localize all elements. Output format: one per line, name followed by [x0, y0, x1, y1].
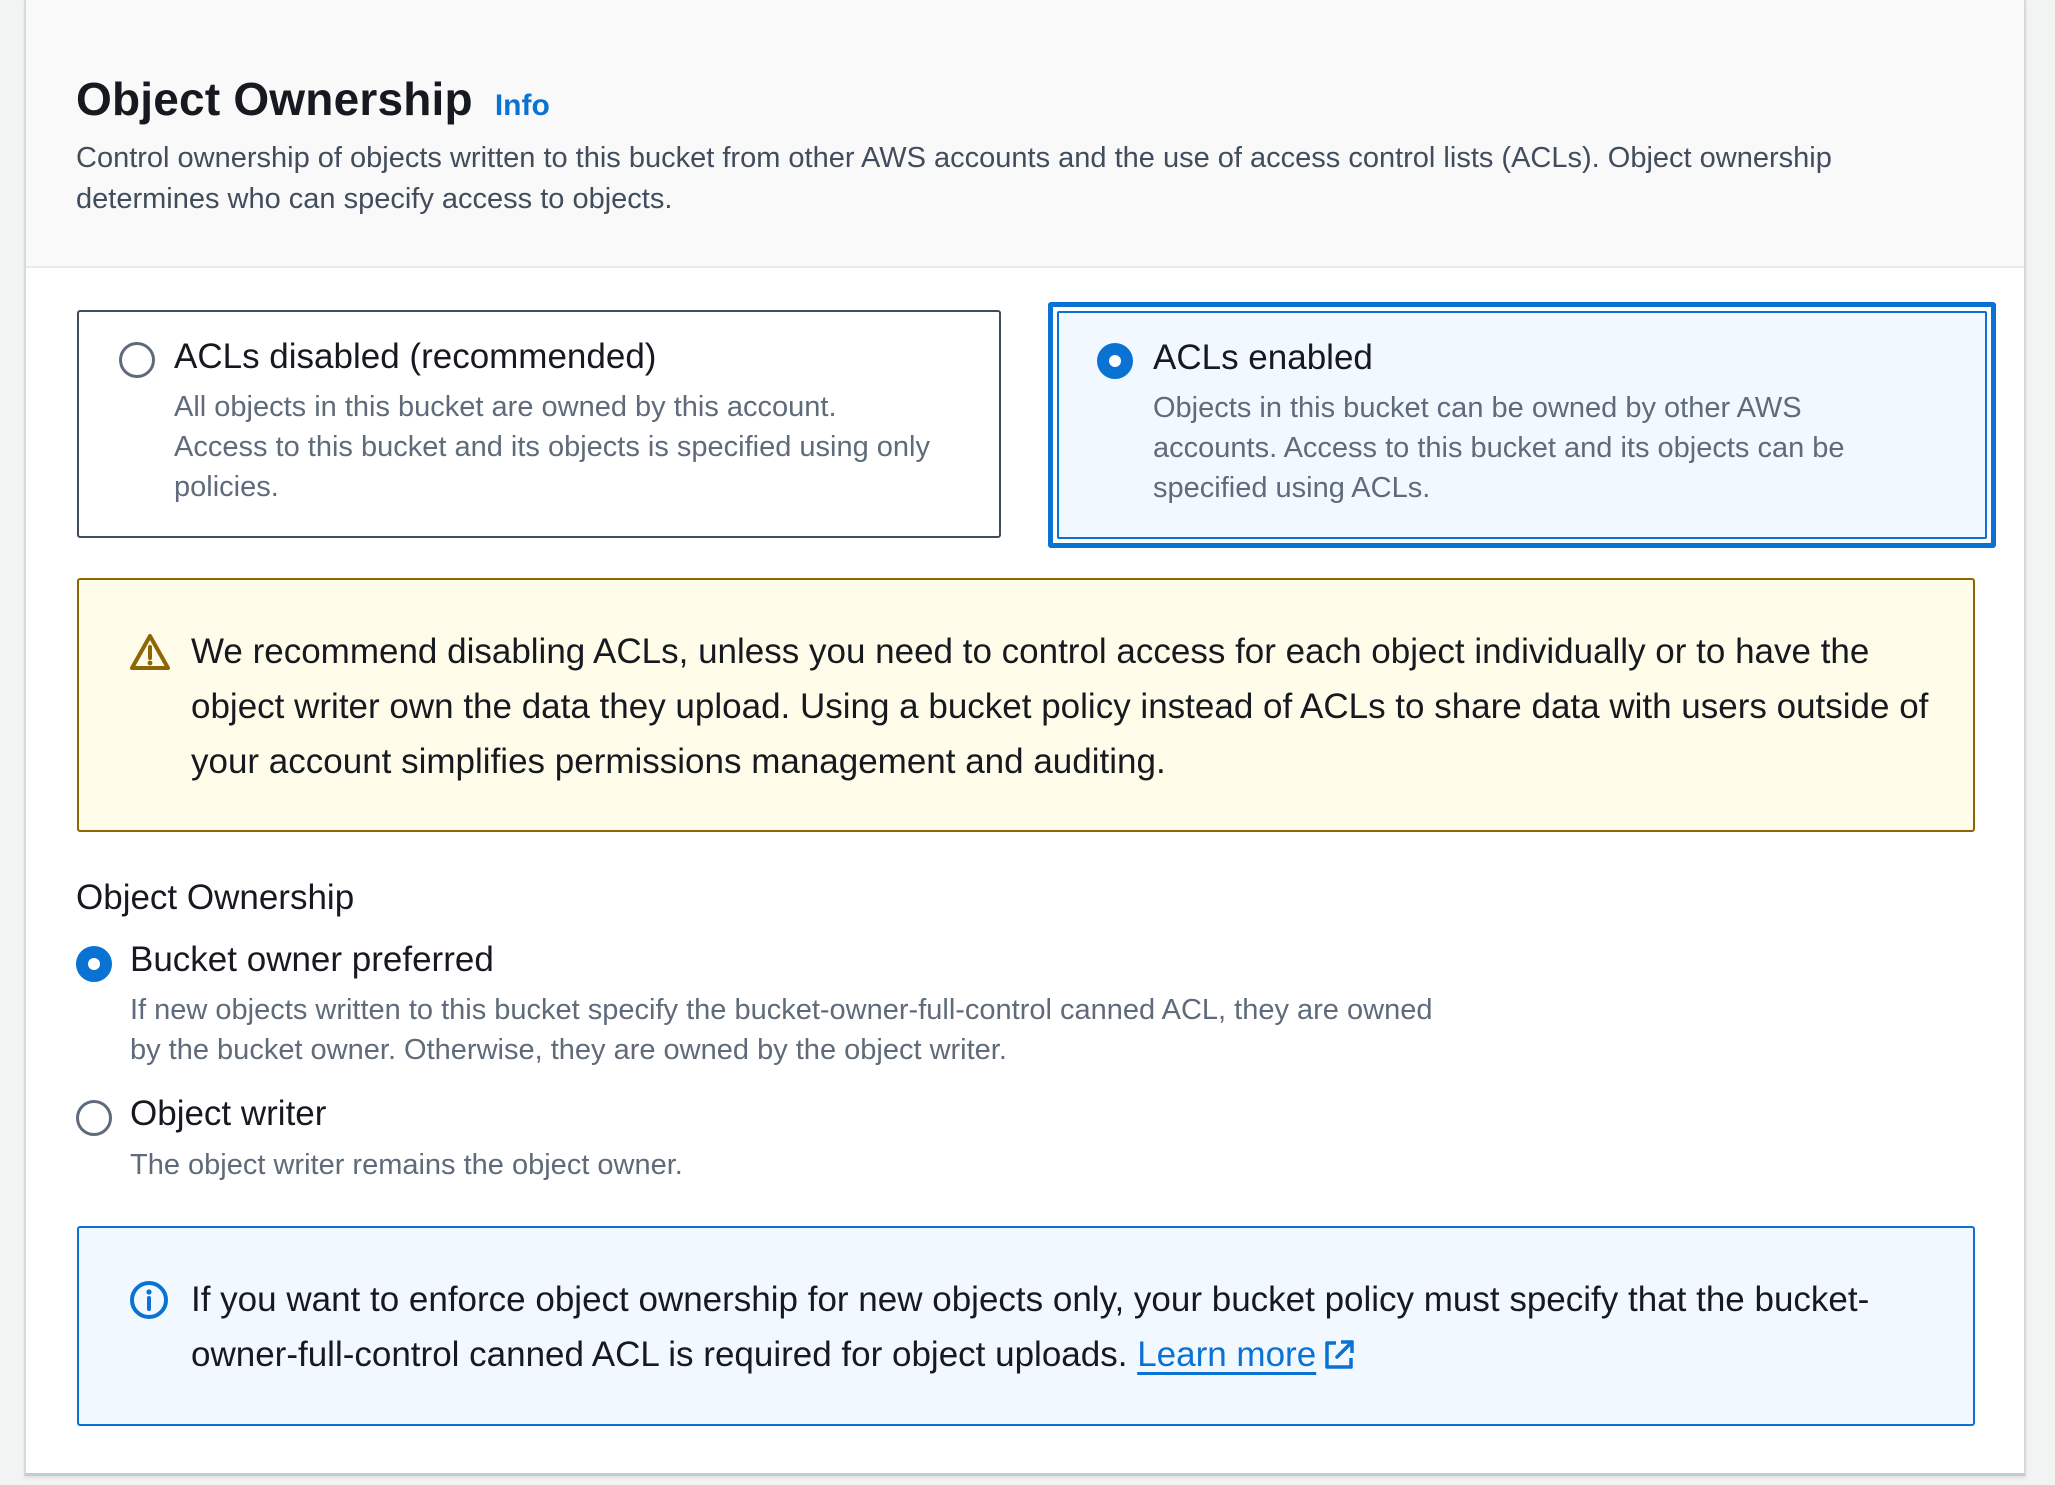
info-note-text: If you want to enforce object ownership … [191, 1272, 1951, 1382]
learn-more-label[interactable]: Learn more [1137, 1335, 1316, 1374]
bucket-owner-preferred-description: If new objects written to this bucket sp… [130, 994, 1433, 1066]
warning-triangle-icon [130, 634, 170, 670]
info-link[interactable]: Info [495, 89, 550, 123]
warning-text: We recommend disabling ACLs, unless you … [191, 632, 1929, 781]
panel-description: Control ownership of objects written to … [76, 142, 1832, 215]
bucket-owner-preferred-radio[interactable] [76, 946, 112, 982]
acls-disabled-radio[interactable] [119, 342, 155, 378]
ownership-group-label: Object Ownership [76, 878, 355, 917]
acls-enabled-description: Objects in this bucket can be owned by o… [1153, 392, 1845, 504]
title-row: Object Ownership Info [76, 72, 550, 126]
acls-enabled-tile-inner: ACLs enabled Objects in this bucket can … [1057, 311, 1987, 539]
object-writer-description: The object writer remains the object own… [130, 1149, 683, 1181]
acls-enabled-label: ACLs enabled [1153, 338, 1373, 377]
acls-enabled-radio[interactable] [1097, 343, 1133, 379]
object-writer-radio[interactable] [76, 1100, 112, 1136]
panel-header: Object Ownership Info Control ownership … [26, 0, 2024, 268]
object-ownership-panel: Object Ownership Info Control ownership … [24, 0, 2026, 1476]
page-title: Object Ownership [76, 73, 473, 125]
bucket-owner-preferred-label[interactable]: Bucket owner preferred [130, 940, 494, 980]
acls-enabled-tile[interactable]: ACLs enabled Objects in this bucket can … [1048, 302, 1996, 548]
external-link-icon[interactable] [1322, 1338, 1356, 1372]
acls-disabled-label: ACLs disabled (recommended) [174, 337, 657, 376]
info-alert: If you want to enforce object ownership … [77, 1226, 1975, 1426]
warning-alert: We recommend disabling ACLs, unless you … [77, 578, 1975, 832]
info-note-body: If you want to enforce object ownership … [191, 1280, 1870, 1374]
info-circle-icon [130, 1281, 168, 1319]
acls-disabled-description: All objects in this bucket are owned by … [174, 391, 930, 503]
learn-more-link[interactable]: Learn more [1137, 1335, 1316, 1374]
acls-disabled-tile[interactable]: ACLs disabled (recommended) All objects … [77, 310, 1001, 538]
object-writer-label[interactable]: Object writer [130, 1094, 326, 1134]
